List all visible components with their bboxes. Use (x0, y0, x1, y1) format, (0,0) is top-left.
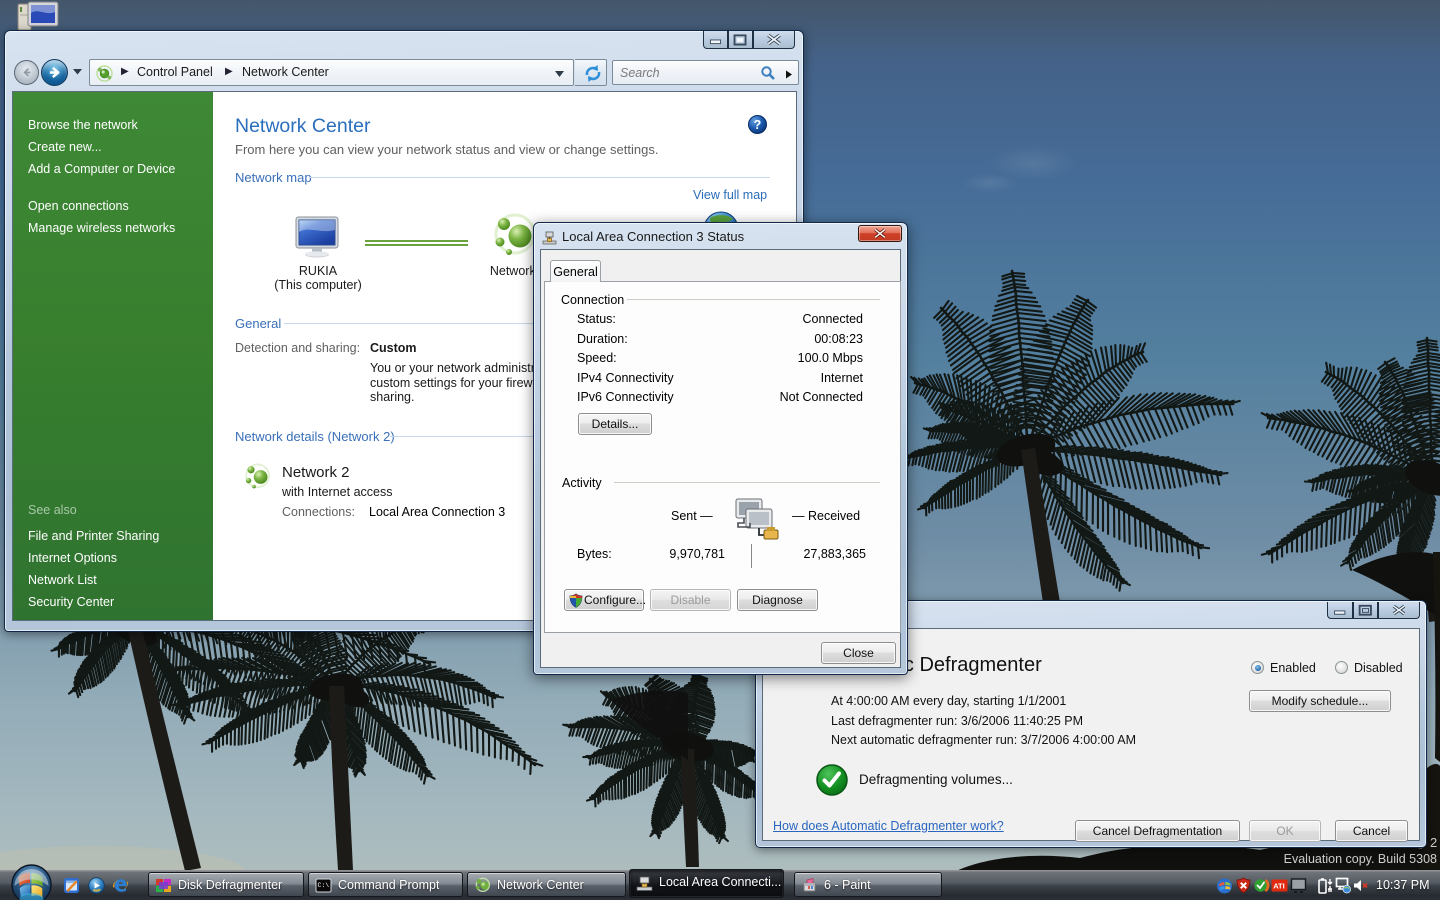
svg-text:ATI: ATI (1273, 882, 1285, 891)
svg-text:?: ? (754, 118, 762, 132)
svg-text:C:\: C:\ (318, 882, 330, 889)
